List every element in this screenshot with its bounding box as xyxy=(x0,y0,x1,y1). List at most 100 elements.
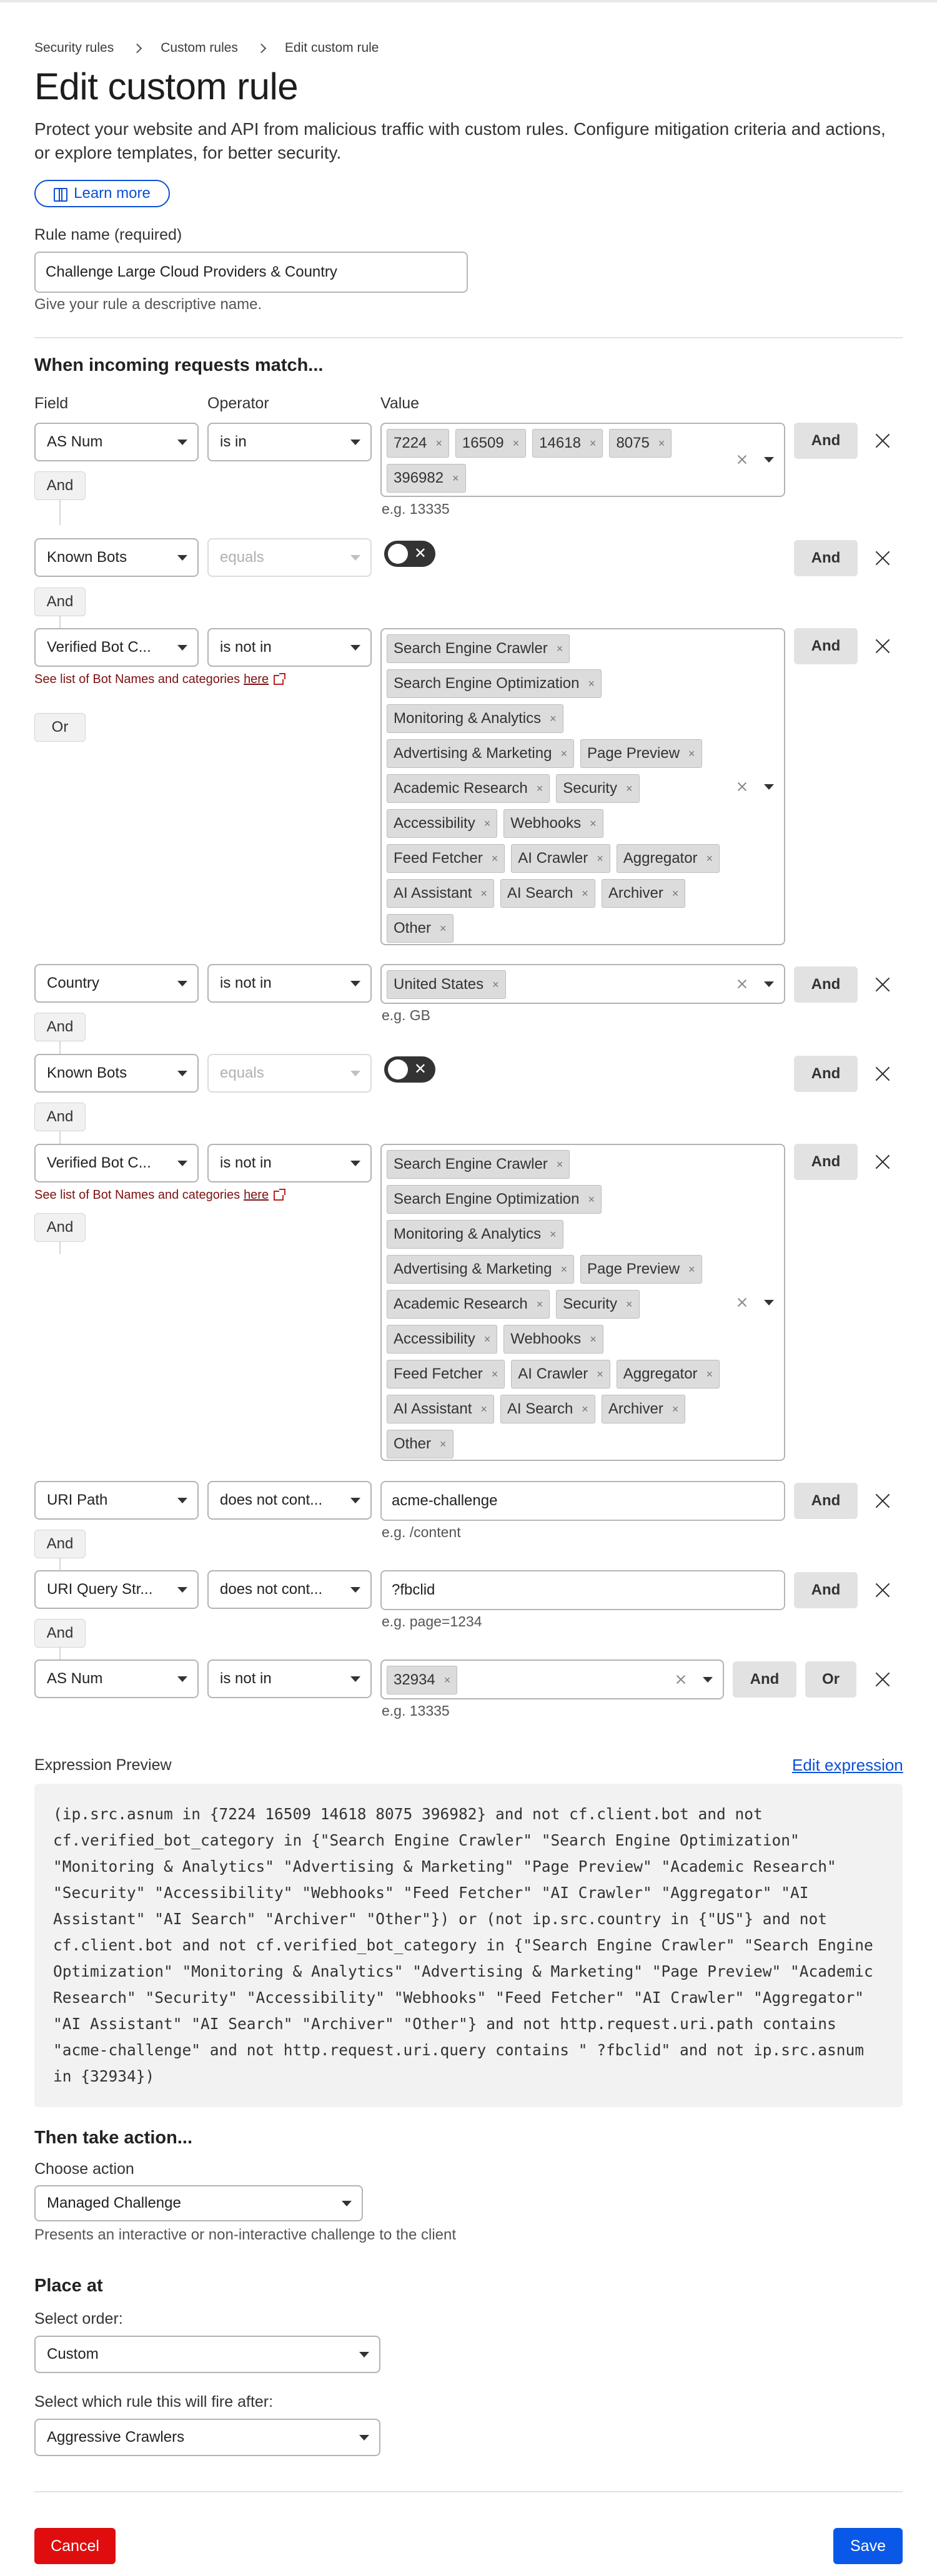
cancel-button[interactable]: Cancel xyxy=(34,2528,116,2564)
value-multiselect[interactable]: 7224 × 16509 × 14618 × 8075 × 396982 × xyxy=(380,423,785,497)
or-button[interactable]: Or xyxy=(805,1661,856,1698)
chip-remove-icon[interactable]: × xyxy=(452,472,459,485)
connector-and-button[interactable]: And xyxy=(34,1213,86,1242)
bot-names-link[interactable]: here xyxy=(244,1188,269,1202)
remove-condition-icon[interactable] xyxy=(873,975,892,994)
and-button[interactable]: And xyxy=(794,540,858,576)
operator-select[interactable]: does not cont... xyxy=(207,1481,372,1520)
remove-condition-icon[interactable] xyxy=(873,1492,892,1510)
chip-remove-icon[interactable]: × xyxy=(590,1333,597,1346)
chip-remove-icon[interactable]: × xyxy=(688,747,695,760)
remove-condition-icon[interactable] xyxy=(873,637,892,656)
connector-and-button[interactable]: And xyxy=(34,1103,86,1131)
operator-select[interactable]: does not cont... xyxy=(207,1570,372,1609)
bot-names-link[interactable]: here xyxy=(244,672,269,687)
chip-remove-icon[interactable]: × xyxy=(706,1368,713,1381)
chip-remove-icon[interactable]: × xyxy=(557,1158,563,1171)
value-multiselect[interactable]: Search Engine Crawler × Search Engine Opti… xyxy=(380,628,785,945)
chip-remove-icon[interactable]: × xyxy=(513,437,520,450)
field-select[interactable]: Known Bots xyxy=(34,1054,199,1093)
chip-remove-icon[interactable]: × xyxy=(588,1193,595,1206)
action-select[interactable]: Managed Challenge xyxy=(34,2185,363,2221)
order-select[interactable]: Custom xyxy=(34,2336,380,2373)
connector-and-button[interactable]: And xyxy=(34,1013,86,1041)
remove-condition-icon[interactable] xyxy=(873,1581,892,1600)
chip-remove-icon[interactable]: × xyxy=(582,1403,588,1416)
known-bots-toggle[interactable]: ✕ xyxy=(384,541,435,567)
and-button[interactable]: And xyxy=(794,1483,858,1519)
remove-condition-icon[interactable] xyxy=(873,549,892,568)
chip-remove-icon[interactable]: × xyxy=(557,642,563,656)
chevron-down-icon[interactable] xyxy=(764,1300,774,1305)
chip-remove-icon[interactable]: × xyxy=(484,1333,491,1346)
remove-condition-icon[interactable] xyxy=(873,1670,892,1689)
connector-and-button[interactable]: And xyxy=(34,587,86,616)
remove-condition-icon[interactable] xyxy=(873,431,892,450)
remove-condition-icon[interactable] xyxy=(873,1153,892,1171)
chip-remove-icon[interactable]: × xyxy=(480,1403,487,1416)
clear-icon[interactable] xyxy=(736,781,748,792)
field-select[interactable]: URI Query Str... xyxy=(34,1570,199,1609)
rule-name-input[interactable]: Challenge Large Cloud Providers & Countr… xyxy=(34,252,468,293)
clear-icon[interactable] xyxy=(736,1297,748,1308)
and-button[interactable]: And xyxy=(794,966,858,1003)
chip-remove-icon[interactable]: × xyxy=(492,978,499,991)
chip-remove-icon[interactable]: × xyxy=(492,852,498,865)
chip-remove-icon[interactable]: × xyxy=(626,1298,633,1311)
operator-select[interactable]: is not in xyxy=(207,964,372,1003)
chip-remove-icon[interactable]: × xyxy=(672,1403,679,1416)
edit-expression-link[interactable]: Edit expression xyxy=(792,1756,903,1775)
chip-remove-icon[interactable]: × xyxy=(537,1298,543,1311)
chevron-down-icon[interactable] xyxy=(764,784,774,790)
field-select[interactable]: AS Num xyxy=(34,1659,199,1698)
known-bots-toggle[interactable]: ✕ xyxy=(384,1056,435,1083)
field-select[interactable]: URI Path xyxy=(34,1481,199,1520)
chip-remove-icon[interactable]: × xyxy=(688,1263,695,1276)
chip-remove-icon[interactable]: × xyxy=(672,887,679,900)
chip-remove-icon[interactable]: × xyxy=(706,852,713,865)
chip-remove-icon[interactable]: × xyxy=(444,1674,451,1687)
connector-and-button[interactable]: And xyxy=(34,471,86,500)
chip-remove-icon[interactable]: × xyxy=(440,922,447,935)
chip-remove-icon[interactable]: × xyxy=(582,887,588,900)
learn-more-button[interactable]: Learn more xyxy=(34,180,170,207)
and-button[interactable]: And xyxy=(733,1661,796,1698)
clear-icon[interactable] xyxy=(736,454,748,465)
chip-remove-icon[interactable]: × xyxy=(484,817,491,830)
value-multiselect[interactable]: United States × xyxy=(380,964,785,1004)
and-button[interactable]: And xyxy=(794,628,858,664)
connector-and-button[interactable]: And xyxy=(34,1530,86,1558)
field-select[interactable]: AS Num xyxy=(34,423,199,461)
chevron-down-icon[interactable] xyxy=(764,457,774,463)
fire-after-select[interactable]: Aggressive Crawlers xyxy=(34,2419,380,2456)
clear-icon[interactable] xyxy=(736,978,748,990)
and-button[interactable]: And xyxy=(794,423,858,459)
operator-select[interactable]: is not in xyxy=(207,1144,372,1182)
chip-remove-icon[interactable]: × xyxy=(626,782,633,795)
connector-and-button[interactable]: And xyxy=(34,1619,86,1648)
chip-remove-icon[interactable]: × xyxy=(588,677,595,691)
value-multiselect[interactable]: 32934 × xyxy=(380,1659,724,1699)
chip-remove-icon[interactable]: × xyxy=(537,782,543,795)
breadcrumb-custom-rules[interactable]: Custom rules xyxy=(161,41,238,56)
and-button[interactable]: And xyxy=(794,1144,858,1180)
field-select[interactable]: Country xyxy=(34,964,199,1003)
value-multiselect[interactable]: Search Engine Crawler × Search Engine Opti… xyxy=(380,1144,785,1461)
save-button[interactable]: Save xyxy=(833,2528,903,2564)
and-button[interactable]: And xyxy=(794,1056,858,1092)
chip-remove-icon[interactable]: × xyxy=(590,437,597,450)
chip-remove-icon[interactable]: × xyxy=(560,747,567,760)
chip-remove-icon[interactable]: × xyxy=(597,1368,603,1381)
field-select[interactable]: Verified Bot C... xyxy=(34,1144,199,1182)
field-select[interactable]: Verified Bot C... xyxy=(34,628,199,667)
chip-remove-icon[interactable]: × xyxy=(597,852,603,865)
connector-or-button[interactable]: Or xyxy=(34,713,86,742)
chip-remove-icon[interactable]: × xyxy=(550,712,557,725)
clear-icon[interactable] xyxy=(675,1674,687,1685)
chip-remove-icon[interactable]: × xyxy=(658,437,665,450)
chevron-down-icon[interactable] xyxy=(764,981,774,987)
chip-remove-icon[interactable]: × xyxy=(440,1438,447,1451)
and-button[interactable]: And xyxy=(794,1572,858,1608)
operator-select[interactable]: is not in xyxy=(207,628,372,667)
chip-remove-icon[interactable]: × xyxy=(492,1368,498,1381)
